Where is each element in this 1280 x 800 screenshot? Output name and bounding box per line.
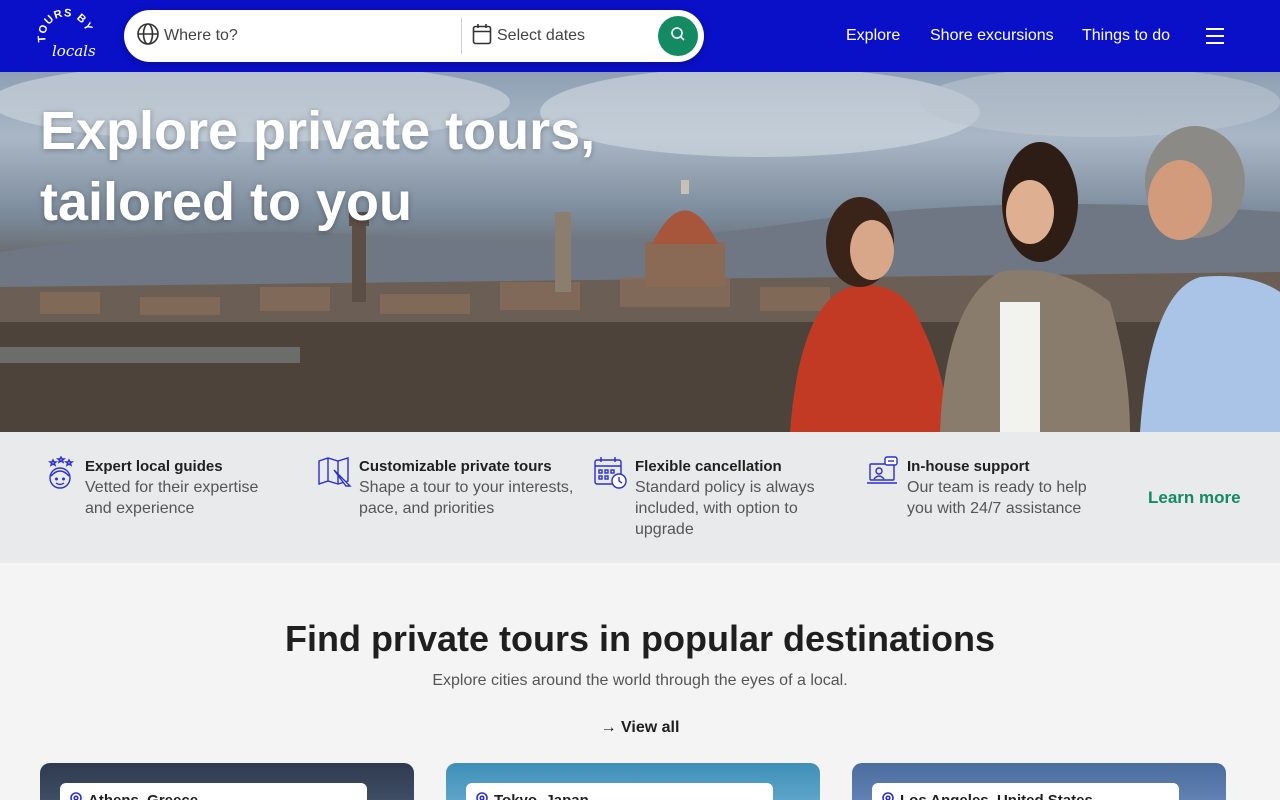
feature-desc: Standard policy is always included, with… [635, 479, 815, 538]
feature-desc: Our team is ready to help you with 24/7 … [907, 479, 1087, 517]
nav-things-wrap: Things to do [1082, 0, 1170, 72]
learn-more-link[interactable]: Learn more [1148, 488, 1241, 508]
destination-label: Athens, Greece [88, 792, 198, 800]
svg-text:TOURS BY: TOURS BY [36, 8, 94, 43]
location-pin-icon [476, 792, 488, 800]
location-pin-icon [882, 792, 894, 800]
nav-things-to-do[interactable]: Things to do [1082, 27, 1170, 45]
destination-label: Los Angeles, United States [900, 792, 1093, 800]
feature-desc: Vetted for their expertise and experienc… [85, 479, 259, 517]
nav-shore-excursions[interactable]: Shore excursions [930, 27, 1054, 45]
feature-flexible-cancellation: Flexible cancellation Standard policy is… [594, 456, 834, 540]
destination-card[interactable]: Los Angeles, United States [852, 763, 1226, 800]
feature-customizable-tours: Customizable private tours Shape a tour … [318, 456, 578, 519]
feature-in-house-support: In-house support Our team is ready to he… [866, 456, 1106, 519]
view-all-link[interactable]: → View all [0, 719, 1280, 737]
destination-tag: Athens, Greece [60, 783, 367, 800]
dates-field[interactable]: Select dates [472, 10, 652, 62]
search-divider [461, 18, 462, 54]
destination-card[interactable]: Tokyo, Japan [446, 763, 820, 800]
destination-tag: Tokyo, Japan [466, 783, 773, 800]
location-pin-icon [70, 792, 82, 800]
search-bar: Where to? Select dates [124, 10, 704, 62]
destination-label: Tokyo, Japan [494, 792, 589, 800]
search-icon [670, 26, 686, 47]
destinations-subtitle: Explore cities around the world through … [432, 672, 848, 689]
calendar-icon [472, 23, 492, 50]
feature-title: In-house support [907, 458, 1030, 475]
destination-placeholder: Where to? [164, 27, 238, 44]
destination-tag: Los Angeles, United States [872, 783, 1179, 800]
feature-title: Expert local guides [85, 458, 223, 475]
guide-stars-icon [44, 455, 76, 492]
nav-shore-wrap: Shore excursions [930, 0, 1054, 72]
feature-expert-guides: Expert local guides Vetted for their exp… [44, 455, 284, 519]
hero-banner: Explore private tours, tailored to you [0, 72, 1280, 432]
feature-desc: Shape a tour to your interests, pace, an… [359, 479, 574, 517]
dates-placeholder: Select dates [497, 27, 586, 44]
hamburger-menu-icon[interactable] [1205, 26, 1225, 46]
destination-field[interactable]: Where to? [136, 10, 461, 62]
calendar-clock-icon [594, 456, 627, 492]
site-header: TOURS BY locals Where to? Select dates E… [0, 0, 1280, 72]
map-pencil-icon [318, 456, 352, 492]
hero-title: Explore private tours, tailored to you [40, 96, 660, 238]
nav-explore-wrap: Explore [846, 0, 900, 72]
search-button[interactable] [658, 16, 698, 56]
destinations-title: Find private tours in popular destinatio… [284, 618, 996, 659]
feature-title: Flexible cancellation [635, 458, 782, 475]
hero-title-line1: Explore private tours, [40, 101, 596, 161]
tours-by-locals-logo[interactable]: TOURS BY locals [36, 7, 96, 64]
nav-explore[interactable]: Explore [846, 27, 900, 45]
features-strip: Expert local guides Vetted for their exp… [0, 432, 1280, 563]
globe-icon [136, 22, 160, 51]
destination-card[interactable]: Athens, Greece [40, 763, 414, 800]
support-chat-icon [866, 456, 898, 492]
svg-text:locals: locals [52, 42, 96, 60]
feature-title: Customizable private tours [359, 458, 552, 475]
hero-title-line2: tailored to you [40, 172, 413, 232]
